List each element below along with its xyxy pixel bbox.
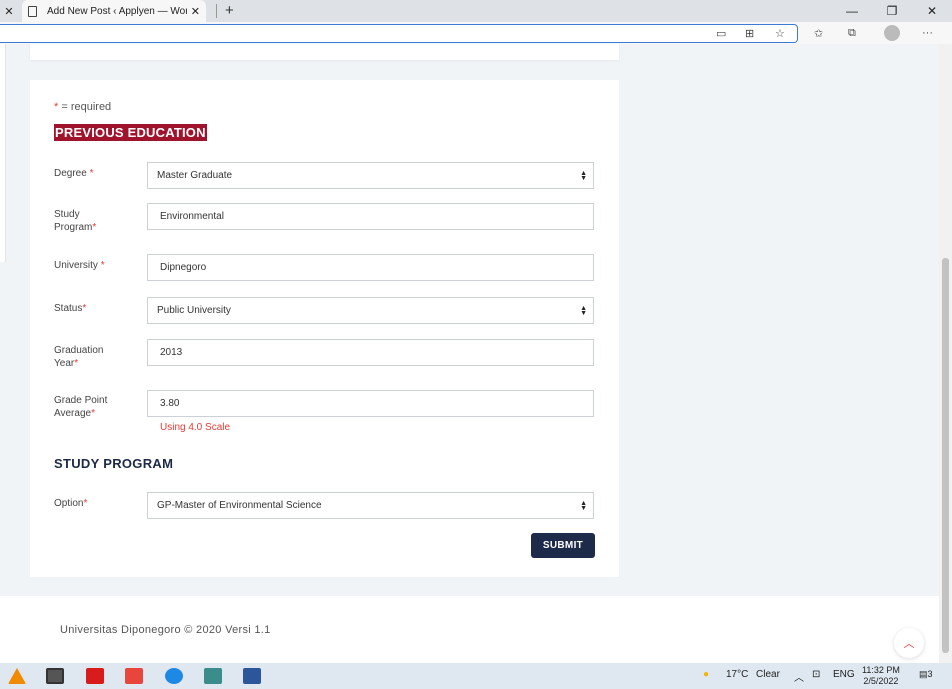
clock-date: 2/5/2022 <box>863 676 899 686</box>
weather-temp[interactable]: 17°C <box>726 669 748 680</box>
page-footer: Universitas Diponegoro © 2020 Versi 1.1 … <box>0 596 939 663</box>
study-program-heading: STUDY PROGRAM <box>54 456 174 471</box>
side-panel <box>0 44 6 262</box>
pdf-reader-icon[interactable] <box>86 668 104 684</box>
address-input[interactable] <box>0 24 798 43</box>
tab-title: Add New Post ‹ Applyen — Wor <box>47 5 187 17</box>
vlc-icon[interactable] <box>8 668 26 684</box>
graduation-year-value: 2013 <box>160 347 183 358</box>
new-tab-button[interactable]: + <box>216 3 234 18</box>
gpa-label: Grade Point Average* <box>54 395 108 419</box>
calculator-icon[interactable] <box>46 668 64 684</box>
close-tab-icon[interactable]: ✕ <box>0 5 18 18</box>
footer-copyright: Universitas Diponegoro © 2020 Versi 1.1 <box>60 624 271 636</box>
address-bar-row: ▭ ⊞ ☆ ✩ ⧉ ··· <box>0 22 952 44</box>
university-value: Dipnegoro <box>160 262 207 273</box>
collections-icon[interactable]: ⧉ <box>848 27 856 40</box>
degree-select[interactable]: Master Graduate ▲ ▼ <box>147 162 594 189</box>
back-to-top-button[interactable]: ︿ <box>894 628 924 658</box>
profile-avatar[interactable] <box>884 25 900 41</box>
notification-count: 3 <box>927 669 933 679</box>
degree-label: Degree * <box>54 168 94 179</box>
close-window-button[interactable]: ✕ <box>912 4 952 18</box>
page-icon <box>28 5 37 17</box>
restore-button[interactable]: ❐ <box>872 4 912 18</box>
browser-tab-bar: ✕ Add New Post ‹ Applyen — Wor ✕ + — ❐ ✕ <box>0 0 952 22</box>
window-controls: — ❐ ✕ <box>832 0 952 22</box>
tray-chevron-icon[interactable]: ︿ <box>794 669 804 684</box>
weather-icon: ● <box>703 669 710 680</box>
weather-text[interactable]: Clear <box>756 669 780 680</box>
language-indicator[interactable]: ENG <box>833 669 855 680</box>
read-aloud-icon[interactable]: ▭ <box>716 27 726 40</box>
required-note: * = required <box>54 101 111 113</box>
education-form-card: * = required PREVIOUS EDUCATION Degree *… <box>30 80 619 577</box>
university-input[interactable]: Dipnegoro <box>147 254 594 281</box>
browser-tab[interactable]: Add New Post ‹ Applyen — Wor ✕ <box>22 0 206 22</box>
select-caret-icon: ▲ ▼ <box>580 169 587 182</box>
status-select[interactable]: Public University ▲ ▼ <box>147 297 594 324</box>
favorites-icon[interactable]: ✩ <box>814 27 823 40</box>
page-scrollbar[interactable] <box>939 44 952 663</box>
select-caret-icon: ▲ ▼ <box>580 499 587 512</box>
gpa-input[interactable]: 3.80 <box>147 390 594 417</box>
taskbar-clock[interactable]: 11:32 PM 2/5/2022 <box>862 665 900 687</box>
word-icon[interactable] <box>243 668 261 684</box>
file-manager-icon[interactable] <box>204 668 222 684</box>
page-viewport: * = required PREVIOUS EDUCATION Degree *… <box>0 44 939 663</box>
select-caret-icon: ▲ ▼ <box>580 304 587 317</box>
scrollbar-thumb[interactable] <box>942 258 949 653</box>
immersive-reader-icon[interactable]: ⊞ <box>745 27 754 40</box>
submit-button[interactable]: SUBMIT <box>531 533 595 558</box>
windows-taskbar: ● 17°C Clear ︿ ⊡ ENG 11:32 PM 2/5/2022 ▤… <box>0 663 952 689</box>
graduation-year-input[interactable]: 2013 <box>147 339 594 366</box>
add-favorite-icon[interactable]: ☆ <box>775 27 785 40</box>
graduation-year-label: Graduation Year* <box>54 345 104 369</box>
notification-icon[interactable]: ▤3 <box>919 669 933 680</box>
study-program-input[interactable]: Environmental <box>147 203 594 230</box>
option-select[interactable]: GP-Master of Environmental Science ▲ ▼ <box>147 492 594 519</box>
status-value: Public University <box>157 305 231 316</box>
more-menu-icon[interactable]: ··· <box>922 27 933 39</box>
required-note-text: = required <box>58 101 112 113</box>
status-label: Status* <box>54 303 87 314</box>
network-icon[interactable]: ⊡ <box>812 669 820 680</box>
degree-value: Master Graduate <box>157 170 233 181</box>
close-tab-icon[interactable]: ✕ <box>191 5 200 18</box>
gpa-hint: Using 4.0 Scale <box>160 422 231 433</box>
gpa-value: 3.80 <box>160 398 180 409</box>
previous-education-heading: PREVIOUS EDUCATION <box>54 124 207 141</box>
clock-time: 11:32 PM <box>862 665 900 675</box>
option-label: Option* <box>54 498 88 509</box>
minimize-button[interactable]: — <box>832 4 872 18</box>
previous-card <box>30 44 619 60</box>
study-program-label: Study Program* <box>54 209 97 233</box>
university-label: University * <box>54 260 105 271</box>
edge-browser-icon[interactable] <box>165 668 183 684</box>
study-program-value: Environmental <box>160 211 224 222</box>
option-value: GP-Master of Environmental Science <box>157 500 322 511</box>
anydesk-icon[interactable] <box>125 668 143 684</box>
